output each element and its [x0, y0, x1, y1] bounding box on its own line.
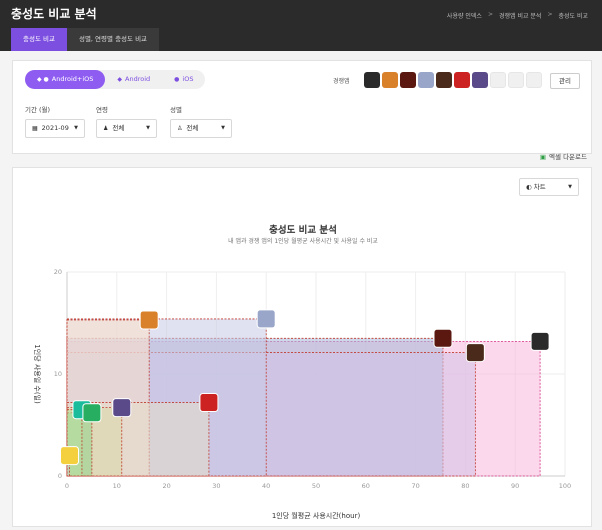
platform-ios-button[interactable]: ● iOS: [162, 70, 205, 89]
app-point-icon: [530, 331, 550, 351]
apple-icon: ●: [174, 76, 180, 83]
app-point-icon: [433, 328, 453, 348]
page-title: 충성도 비교 분석: [11, 7, 97, 21]
x-tick-label: 10: [113, 482, 121, 490]
x-tick-label: 30: [212, 482, 220, 490]
x-tick-label: 60: [362, 482, 370, 490]
competitor-app-icon[interactable]: [382, 72, 398, 88]
empty-competitor-slot[interactable]: [508, 72, 524, 88]
y-tick-label: 10: [54, 370, 62, 378]
x-tick-label: 90: [511, 482, 519, 490]
competitor-app-icon[interactable]: [400, 72, 416, 88]
y-tick-label: 20: [54, 268, 62, 276]
tab-loyalty-compare[interactable]: 충성도 비교: [11, 28, 67, 51]
top-bar: 충성도 비교 분석 사용량 인덱스 > 경쟁앱 비교 분석 > 충성도 비교 충…: [0, 0, 602, 51]
x-axis-label: 1인당 월평균 사용시간(hour): [272, 511, 361, 520]
manage-button[interactable]: 관리: [550, 73, 580, 89]
x-tick-label: 40: [262, 482, 270, 490]
apple-android-icon: ◆ ●: [37, 76, 49, 83]
platform-android-button[interactable]: ◆ Android: [105, 70, 162, 89]
gender-select[interactable]: ♙ 전체 ▼: [170, 119, 232, 138]
app-point-icon: [112, 398, 132, 418]
scatter-chart: 0 10 20 30 40 50 60 70 80 90 100 0 10 20 1인당 월평균 사용시간(…: [33, 268, 571, 520]
app-point-icon: [256, 309, 276, 329]
breadcrumb: 사용량 인덱스 > 경쟁앱 비교 분석 > 충성도 비교: [447, 11, 588, 20]
app-point-icon: [199, 393, 219, 413]
competitor-label: 경쟁앱: [333, 78, 350, 85]
chevron-down-icon: ▼: [221, 125, 225, 131]
app-point-icon: [139, 310, 159, 330]
competitor-app-icon[interactable]: [436, 72, 452, 88]
breadcrumb-item-3: 충성도 비교: [558, 13, 588, 20]
filter-panel: ◆ ● Android+iOS ◆ Android ● iOS 경쟁앱 관리 기간 (…: [12, 60, 592, 154]
competitor-app-icon[interactable]: [364, 72, 380, 88]
app-point-icon: [59, 446, 79, 466]
period-label: 기간 (월): [25, 106, 51, 114]
breadcrumb-separator-icon: >: [487, 11, 493, 18]
app-point-icon: [82, 403, 102, 423]
y-axis-label: 1인당 사용일 수(일): [33, 344, 42, 404]
competitor-app-icon[interactable]: [418, 72, 434, 88]
x-tick-label: 50: [312, 482, 320, 490]
calendar-icon: ▦: [32, 125, 38, 132]
chart-panel: ◐ 차트 ▼ 충성도 비교 분석 내 앱과 경쟁 앱의 1인당 월평균 사용시간…: [12, 167, 592, 527]
excel-icon: ▣: [539, 153, 547, 161]
tab-bar: 충성도 비교 성별, 연령별 충성도 비교: [11, 28, 160, 51]
person-icon: ♙: [177, 125, 183, 132]
chevron-down-icon: ▼: [146, 125, 150, 131]
tab-gender-age-loyalty[interactable]: 성별, 연령별 충성도 비교: [66, 28, 160, 51]
platform-toggle: ◆ ● Android+iOS ◆ Android ● iOS: [25, 70, 206, 89]
x-tick-label: 100: [559, 482, 571, 490]
x-tick-label: 0: [65, 482, 69, 490]
x-tick-label: 20: [162, 482, 170, 490]
breadcrumb-item-1[interactable]: 사용량 인덱스: [447, 11, 482, 20]
empty-competitor-slot[interactable]: [490, 72, 506, 88]
competitor-icon-list: [364, 72, 542, 88]
y-tick-label: 0: [58, 472, 62, 480]
x-tick-label: 80: [461, 482, 469, 490]
period-filter: 기간 (월) ▦ 2021-09 ▼: [25, 104, 85, 138]
empty-competitor-slot[interactable]: [526, 72, 542, 88]
platform-all-button[interactable]: ◆ ● Android+iOS: [25, 70, 106, 89]
competitor-app-icon[interactable]: [454, 72, 470, 88]
breadcrumb-separator-icon: >: [547, 11, 553, 18]
chevron-down-icon: ▼: [74, 125, 78, 131]
competitor-app-icon[interactable]: [472, 72, 488, 88]
people-icon: ♟: [103, 125, 109, 132]
android-icon: ◆: [117, 76, 123, 83]
excel-download-link[interactable]: ▣ 엑셀 다운로드: [540, 151, 587, 161]
age-label: 연령: [96, 106, 108, 114]
app-point-icon: [465, 343, 485, 363]
x-tick-label: 70: [411, 482, 419, 490]
gender-filter: 성별 ♙ 전체 ▼: [170, 104, 232, 138]
gender-label: 성별: [170, 106, 182, 114]
period-select[interactable]: ▦ 2021-09 ▼: [25, 119, 85, 138]
age-filter: 연령 ♟ 전체 ▼: [96, 104, 157, 138]
age-select[interactable]: ♟ 전체 ▼: [96, 119, 157, 138]
breadcrumb-item-2[interactable]: 경쟁앱 비교 분석: [499, 11, 541, 20]
